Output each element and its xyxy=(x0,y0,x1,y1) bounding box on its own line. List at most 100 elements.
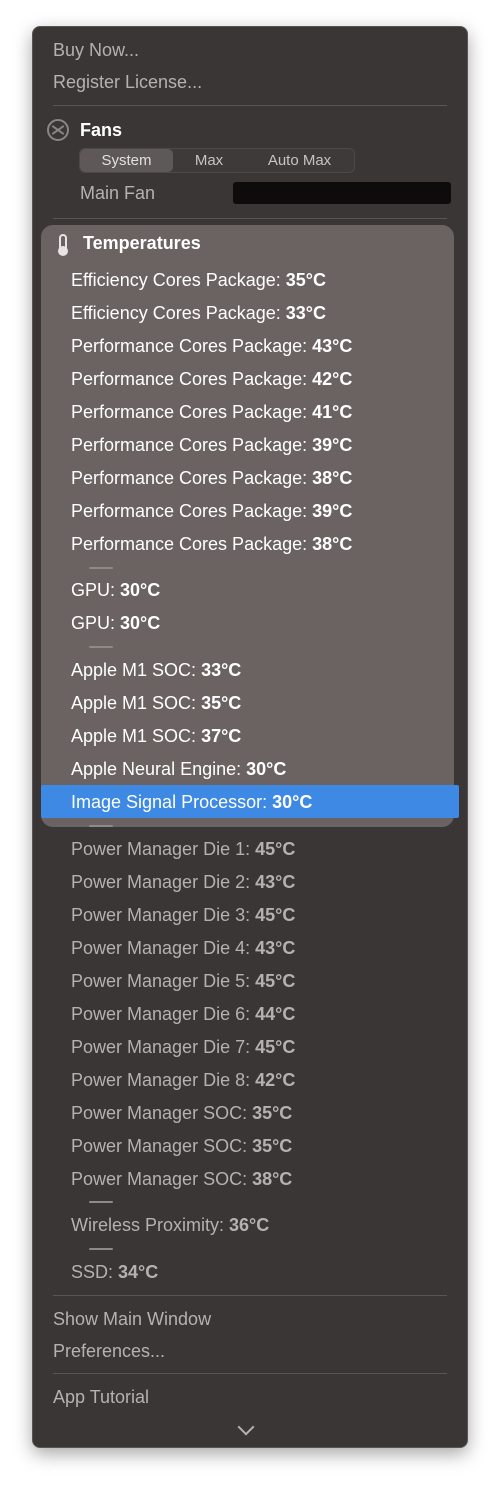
sensor-row[interactable]: Power Manager Die 6: 44°C xyxy=(71,1004,295,1025)
sensor-name: Performance Cores Package: xyxy=(71,336,313,356)
sensor-name: Efficiency Cores Package: xyxy=(71,303,286,323)
sensor-row[interactable]: Performance Cores Package: 39°C xyxy=(71,435,352,456)
sensor-row[interactable]: GPU: 30°C xyxy=(71,613,160,634)
sensor-value: 37°C xyxy=(201,726,242,746)
sensor-name: Power Manager SOC: xyxy=(71,1103,253,1123)
sensor-row[interactable]: Apple M1 SOC: 33°C xyxy=(71,660,241,681)
sensor-value: 43°C xyxy=(255,872,296,892)
fan-mode-max[interactable]: Max xyxy=(173,149,245,172)
sensor-row[interactable]: Apple M1 SOC: 37°C xyxy=(71,726,241,747)
sensor-row[interactable]: Performance Cores Package: 41°C xyxy=(71,402,352,423)
sensor-name: GPU: xyxy=(71,580,121,600)
sensor-value: 38°C xyxy=(252,1169,293,1189)
sensor-row[interactable]: Power Manager Die 4: 43°C xyxy=(71,938,295,959)
sensor-row[interactable]: GPU: 30°C xyxy=(71,580,160,601)
fans-section-header: Fans xyxy=(47,119,122,141)
sensor-value: 33°C xyxy=(201,660,242,680)
sensor-name: Efficiency Cores Package: xyxy=(71,270,286,290)
sensor-row[interactable]: Power Manager Die 5: 45°C xyxy=(71,971,295,992)
sensor-row[interactable]: Wireless Proximity: 36°C xyxy=(71,1215,269,1236)
sensor-name: Image Signal Processor: xyxy=(71,792,273,812)
preferences-item[interactable]: Preferences... xyxy=(53,1341,165,1362)
sensor-name: Power Manager SOC: xyxy=(71,1169,253,1189)
sensor-row[interactable]: Power Manager SOC: 35°C xyxy=(71,1103,292,1124)
sensor-name: Power Manager Die 7: xyxy=(71,1037,256,1057)
sensor-row[interactable]: Power Manager Die 2: 43°C xyxy=(71,872,295,893)
sensor-row[interactable]: Efficiency Cores Package: 33°C xyxy=(71,303,326,324)
sensor-name: Performance Cores Package: xyxy=(71,534,313,554)
sensor-value: 42°C xyxy=(312,369,353,389)
sensor-row[interactable]: Performance Cores Package: 38°C xyxy=(71,468,352,489)
separator xyxy=(53,1373,447,1374)
sensor-value: 45°C xyxy=(255,905,296,925)
sensor-row[interactable]: Performance Cores Package: 42°C xyxy=(71,369,352,390)
buy-now-item[interactable]: Buy Now... xyxy=(53,40,139,61)
temperatures-title: Temperatures xyxy=(83,233,201,253)
register-license-item[interactable]: Register License... xyxy=(53,72,202,93)
sensor-row-highlighted[interactable]: Image Signal Processor: 30°C xyxy=(71,792,312,813)
sensor-value: 41°C xyxy=(312,402,353,422)
sensor-row[interactable]: Efficiency Cores Package: 35°C xyxy=(71,270,326,291)
sensor-value: 34°C xyxy=(118,1262,159,1282)
group-divider xyxy=(89,567,113,569)
sensor-name: SSD: xyxy=(71,1262,119,1282)
group-divider xyxy=(89,825,113,827)
sensor-name: Power Manager Die 2: xyxy=(71,872,256,892)
sensor-value: 38°C xyxy=(312,534,353,554)
sensor-value: 44°C xyxy=(255,1004,296,1024)
sensor-value: 35°C xyxy=(252,1136,293,1156)
sensor-row[interactable]: Apple M1 SOC: 35°C xyxy=(71,693,241,714)
sensor-value: 38°C xyxy=(312,468,353,488)
sensor-name: Power Manager Die 3: xyxy=(71,905,256,925)
sensor-name: Performance Cores Package: xyxy=(71,369,313,389)
sensor-name: Power Manager SOC: xyxy=(71,1136,253,1156)
fans-title: Fans xyxy=(80,119,123,140)
app-menu: Buy Now... Register License... Fans Syst… xyxy=(32,26,468,1448)
sensor-name: Wireless Proximity: xyxy=(71,1215,230,1235)
sensor-value: 35°C xyxy=(285,270,326,290)
sensor-name: Power Manager Die 6: xyxy=(71,1004,256,1024)
sensor-row[interactable]: Power Manager SOC: 35°C xyxy=(71,1136,292,1157)
sensor-value: 30°C xyxy=(120,580,161,600)
sensor-row[interactable]: Power Manager Die 7: 45°C xyxy=(71,1037,295,1058)
sensor-name: Power Manager Die 5: xyxy=(71,971,256,991)
sensor-row[interactable]: Performance Cores Package: 43°C xyxy=(71,336,352,357)
sensor-value: 43°C xyxy=(312,336,353,356)
app-tutorial-item[interactable]: App Tutorial xyxy=(53,1387,149,1408)
show-main-window-item[interactable]: Show Main Window xyxy=(53,1309,211,1330)
sensor-row[interactable]: Power Manager Die 1: 45°C xyxy=(71,839,295,860)
sensor-value: 42°C xyxy=(255,1070,296,1090)
main-fan-label: Main Fan xyxy=(80,183,156,203)
sensor-row[interactable]: Performance Cores Package: 39°C xyxy=(71,501,352,522)
temperatures-section-header: Temperatures xyxy=(53,233,201,254)
sensor-name: Power Manager Die 8: xyxy=(71,1070,256,1090)
sensor-value: 35°C xyxy=(252,1103,293,1123)
fan-mode-system[interactable]: System xyxy=(80,149,173,172)
sensor-row[interactable]: SSD: 34°C xyxy=(71,1262,158,1283)
fan-mode-auto-max[interactable]: Auto Max xyxy=(245,149,354,172)
group-divider xyxy=(89,646,113,648)
group-divider xyxy=(89,1201,113,1203)
separator xyxy=(53,105,447,106)
sensor-row[interactable]: Power Manager Die 3: 45°C xyxy=(71,905,295,926)
sensor-value: 35°C xyxy=(201,693,242,713)
sensor-name: Apple M1 SOC: xyxy=(71,660,202,680)
sensor-row[interactable]: Power Manager Die 8: 42°C xyxy=(71,1070,295,1091)
sensor-name: Performance Cores Package: xyxy=(71,501,313,521)
sensor-name: Performance Cores Package: xyxy=(71,435,313,455)
separator xyxy=(53,1295,447,1296)
thermometer-icon xyxy=(59,233,67,254)
sensor-name: Power Manager Die 1: xyxy=(71,839,256,859)
sensor-row[interactable]: Apple Neural Engine: 30°C xyxy=(71,759,286,780)
sensor-name: Power Manager Die 4: xyxy=(71,938,256,958)
sensor-name: GPU: xyxy=(71,613,121,633)
sensor-value: 36°C xyxy=(229,1215,270,1235)
sensor-name: Apple M1 SOC: xyxy=(71,726,202,746)
sensor-row[interactable]: Performance Cores Package: 38°C xyxy=(71,534,352,555)
sensor-row[interactable]: Power Manager SOC: 38°C xyxy=(71,1169,292,1190)
group-divider xyxy=(89,1248,113,1250)
fan-mode-selector: System Max Auto Max xyxy=(79,148,355,173)
sensor-value: 33°C xyxy=(285,303,326,323)
sensor-name: Performance Cores Package: xyxy=(71,468,313,488)
chevron-down-icon[interactable] xyxy=(237,1418,255,1436)
